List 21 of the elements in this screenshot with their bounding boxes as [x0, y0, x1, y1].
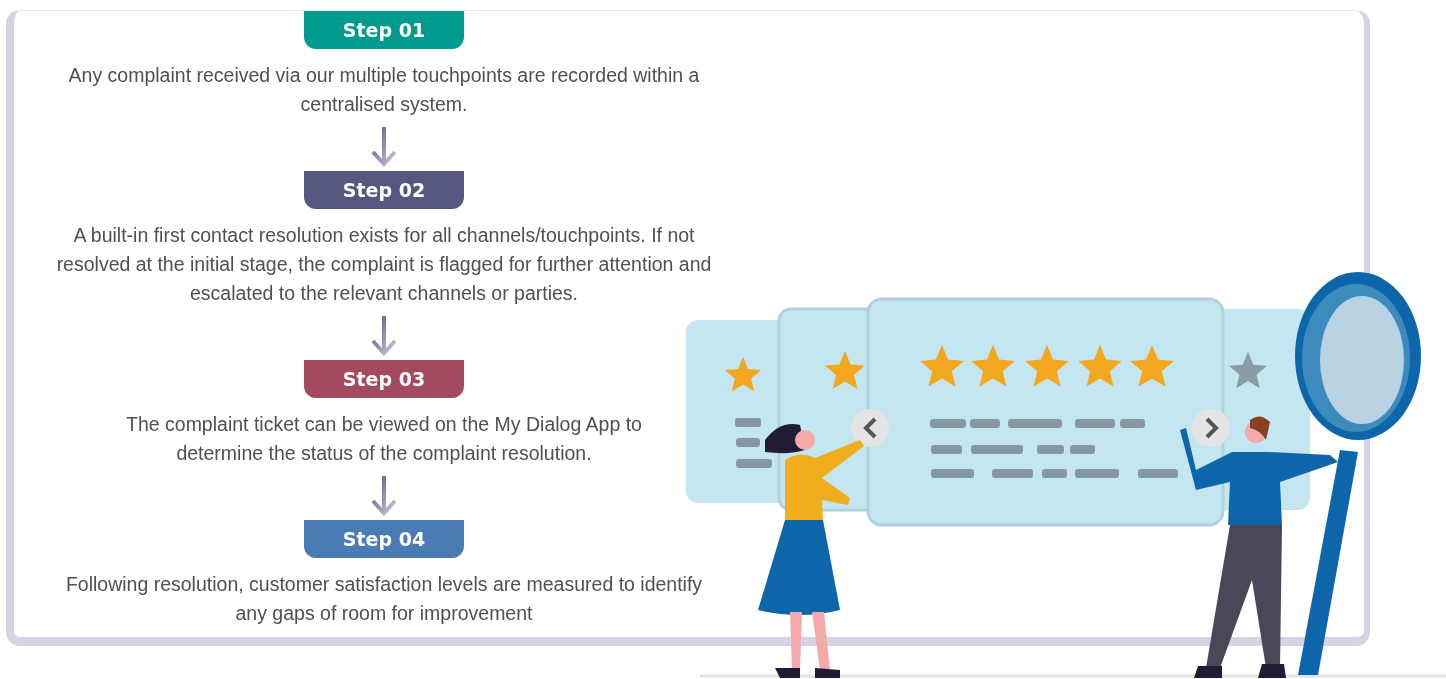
step-badge: Step 01 [304, 11, 464, 49]
star-icon [920, 345, 964, 387]
chevron-left-icon [851, 409, 889, 447]
star-icon [1229, 352, 1267, 389]
star-icon [1078, 345, 1122, 387]
step-badge: Step 04 [304, 520, 464, 558]
down-arrow-icon [369, 125, 399, 167]
star-icon [724, 357, 762, 392]
step-badge: Step 02 [304, 171, 464, 209]
down-arrow-icon [369, 314, 399, 356]
step-description: A built-in first contact resolution exists for all channels/touchpoints. If not resolved at the initial stage, the complaint is flagged for further attention and escalated to the relevant channels or parties. [55, 223, 713, 306]
star-icon [971, 345, 1015, 387]
star-icon [825, 351, 865, 389]
step-description: Any complaint received via our multiple touchpoints are recorded within a centralised system. [67, 63, 701, 117]
chevron-right-icon [1192, 409, 1230, 447]
down-arrow-icon [369, 474, 399, 516]
step-badge: Step 03 [304, 360, 464, 398]
star-icon [1130, 345, 1174, 387]
step-description: The complaint ticket can be viewed on the My Dialog App to determine the status of the complaint resolution. [125, 412, 643, 466]
step-description: Following resolution, customer satisfaction levels are measured to identify any gaps of room for improvement [64, 572, 704, 626]
star-icon [1025, 345, 1069, 387]
